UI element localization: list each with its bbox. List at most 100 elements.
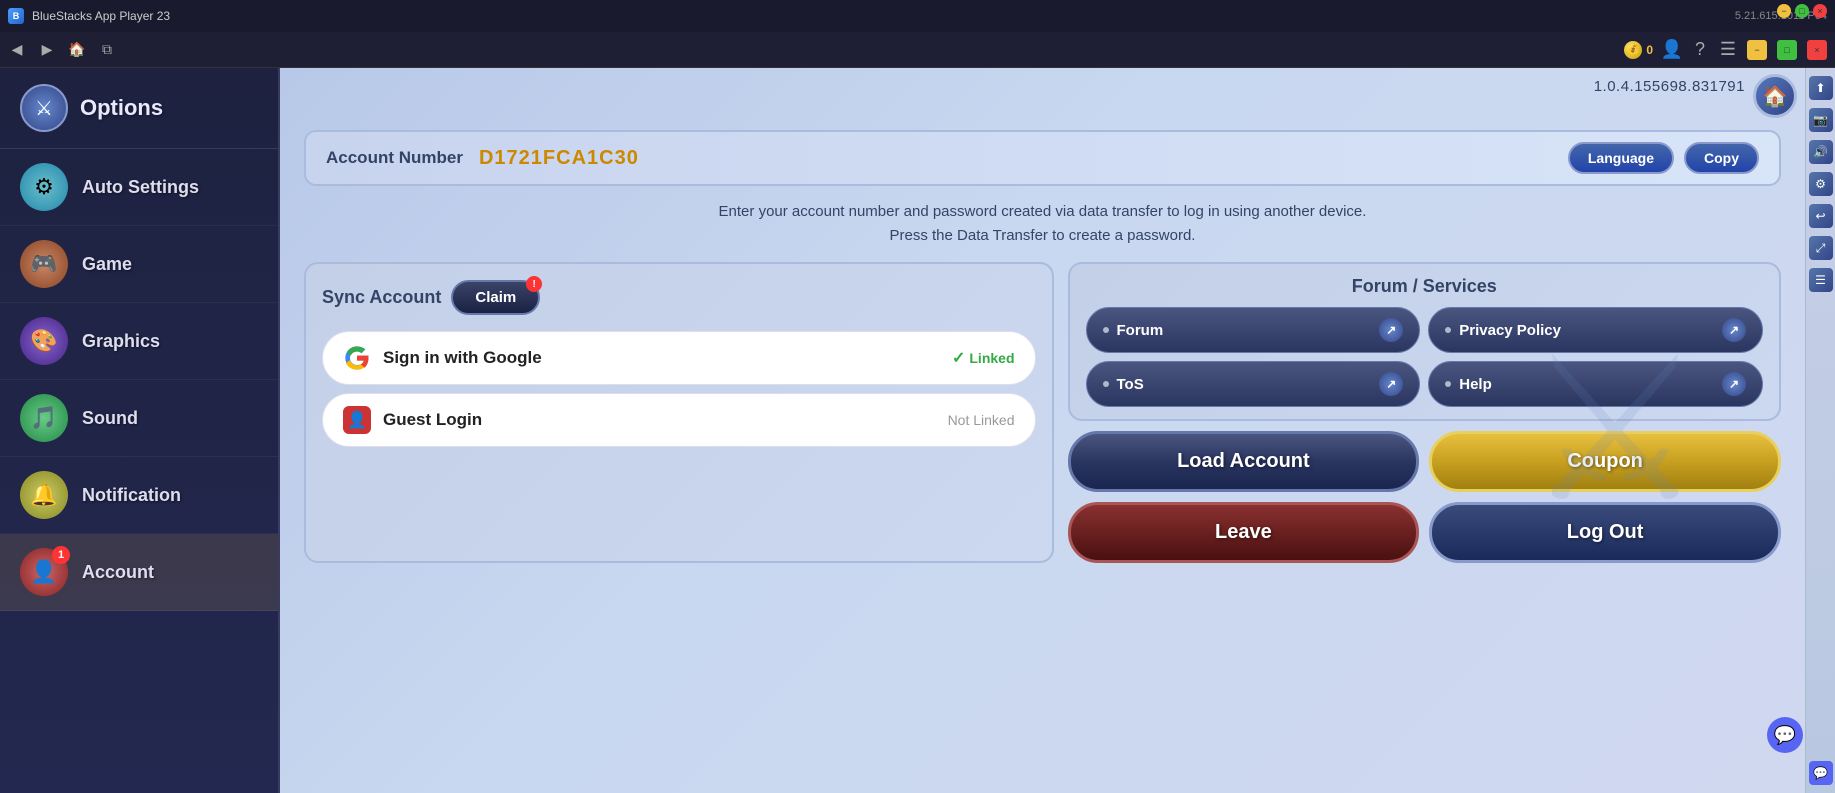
nav-maximize-button[interactable]: □ <box>1777 40 1797 60</box>
forum-arrow-icon: ↗ <box>1379 318 1403 342</box>
sidebar-item-sound[interactable]: 🎵 Sound <box>0 380 278 457</box>
sidebar-item-account-label: Account <box>82 562 154 583</box>
sidebar-item-sound-label: Sound <box>82 408 138 429</box>
menu-icon[interactable]: ☰ <box>1719 41 1737 59</box>
two-col-layout: Sync Account Claim ! Sign in with Google <box>304 262 1781 563</box>
coupon-button[interactable]: Coupon <box>1429 431 1781 492</box>
title-bar-title: BlueStacks App Player 23 <box>32 9 1727 23</box>
google-icon <box>343 344 371 372</box>
coin-icon: 💰 <box>1624 41 1642 59</box>
guest-login-item[interactable]: 👤 Guest Login Not Linked <box>322 393 1036 447</box>
discord-edge-button[interactable]: 💬 <box>1809 761 1833 785</box>
nav-bar: ◀ ▶ 🏠 ⧉ 💰 0 👤 ? ☰ − □ × <box>0 32 1835 68</box>
load-account-button[interactable]: Load Account <box>1068 431 1420 492</box>
sound-icon: 🎵 <box>20 394 68 442</box>
info-line2: Press the Data Transfer to create a pass… <box>304 224 1781 248</box>
right-edge-panel: ⬆ 📷 🔊 ⚙ ↩ ⤢ ☰ 💬 <box>1805 68 1835 793</box>
sidebar-item-game-label: Game <box>82 254 132 275</box>
sidebar-title: Options <box>80 95 163 121</box>
privacy-dot <box>1445 327 1451 333</box>
edge-btn-1[interactable]: ⬆ <box>1809 76 1833 100</box>
account-bar-buttons: Language Copy <box>1568 142 1759 174</box>
edge-btn-2[interactable]: 📷 <box>1809 108 1833 132</box>
sync-account-label: Sync Account <box>322 283 441 312</box>
sidebar-item-notification[interactable]: 🔔 Notification <box>0 457 278 534</box>
coin-count: 0 <box>1646 43 1653 57</box>
forum-dot <box>1103 327 1109 333</box>
account-badge: 1 <box>52 546 70 564</box>
content-area: ⚔ 1.0.4.155698.831791 🏠 Account Number D… <box>280 68 1805 793</box>
nav-minimize-button[interactable]: − <box>1747 40 1767 60</box>
sidebar-item-game[interactable]: 🎮 Game <box>0 226 278 303</box>
tos-button[interactable]: ToS ↗ <box>1086 361 1421 407</box>
edge-btn-7[interactable]: ☰ <box>1809 268 1833 292</box>
notification-icon: 🔔 <box>20 471 68 519</box>
edge-btn-6[interactable]: ⤢ <box>1809 236 1833 260</box>
right-panel: Forum / Services Forum ↗ Privacy Policy … <box>1068 262 1782 563</box>
home-button[interactable]: 🏠 <box>1753 74 1797 118</box>
back-button[interactable]: ◀ <box>8 41 26 59</box>
minimize-button[interactable]: − <box>1777 4 1791 18</box>
logout-button[interactable]: Log Out <box>1429 502 1781 563</box>
sidebar-item-graphics[interactable]: 🎨 Graphics <box>0 303 278 380</box>
tos-dot <box>1103 381 1109 387</box>
edge-btn-5[interactable]: ↩ <box>1809 204 1833 228</box>
auto-settings-icon: ⚙ <box>20 163 68 211</box>
copy-nav-button[interactable]: ⧉ <box>98 41 116 59</box>
privacy-policy-button[interactable]: Privacy Policy ↗ <box>1428 307 1763 353</box>
edge-btn-3[interactable]: 🔊 <box>1809 140 1833 164</box>
claim-badge: ! <box>526 276 542 292</box>
close-button[interactable]: × <box>1813 4 1827 18</box>
forum-grid: Forum ↗ Privacy Policy ↗ ToS ↗ <box>1086 307 1764 407</box>
maximize-button[interactable]: □ <box>1795 4 1809 18</box>
account-number-label: Account Number <box>326 148 463 168</box>
profile-icon[interactable]: 👤 <box>1663 41 1681 59</box>
action-buttons: Load Account Coupon Leave Log Out <box>1068 431 1782 563</box>
claim-button[interactable]: Claim ! <box>451 280 540 315</box>
panel-tabs: Sync Account Claim ! <box>322 280 1036 315</box>
home-nav-button[interactable]: 🏠 <box>68 41 86 59</box>
forum-services-title: Forum / Services <box>1086 276 1764 297</box>
forum-button[interactable]: Forum ↗ <box>1086 307 1421 353</box>
sidebar-item-auto-settings[interactable]: ⚙ Auto Settings <box>0 149 278 226</box>
question-icon[interactable]: ? <box>1691 41 1709 59</box>
version-display: 1.0.4.155698.831791 <box>1594 78 1745 95</box>
discord-button[interactable]: 💬 <box>1767 717 1803 753</box>
nav-close-button[interactable]: × <box>1807 40 1827 60</box>
sidebar-logo: ⚔ <box>20 84 68 132</box>
copy-button[interactable]: Copy <box>1684 142 1759 174</box>
sidebar-item-notification-label: Notification <box>82 485 181 506</box>
tos-arrow-icon: ↗ <box>1379 372 1403 396</box>
sidebar-item-auto-settings-label: Auto Settings <box>82 177 199 198</box>
privacy-arrow-icon: ↗ <box>1722 318 1746 342</box>
left-panel: Sync Account Claim ! Sign in with Google <box>304 262 1054 563</box>
info-line1: Enter your account number and password c… <box>304 200 1781 224</box>
guest-login-label: Guest Login <box>383 410 936 430</box>
google-linked-status: ✓ Linked <box>952 348 1015 368</box>
guest-linked-status: Not Linked <box>948 412 1015 428</box>
google-login-label: Sign in with Google <box>383 348 940 368</box>
game-icon: 🎮 <box>20 240 68 288</box>
title-bar: B BlueStacks App Player 23 5.21.615.1011… <box>0 0 1835 32</box>
account-icon: 👤 1 <box>20 548 68 596</box>
forward-button[interactable]: ▶ <box>38 41 56 59</box>
nav-right: 💰 0 👤 ? ☰ − □ × <box>1624 40 1827 60</box>
sidebar-item-graphics-label: Graphics <box>82 331 160 352</box>
sidebar-header: ⚔ Options <box>0 68 278 149</box>
coin-display: 💰 0 <box>1624 41 1653 59</box>
main-layout: ⚔ Options ⚙ Auto Settings 🎮 Game 🎨 Graph… <box>0 68 1835 793</box>
forum-services-box: Forum / Services Forum ↗ Privacy Policy … <box>1068 262 1782 421</box>
info-text: Enter your account number and password c… <box>304 200 1781 248</box>
help-button[interactable]: Help ↗ <box>1428 361 1763 407</box>
edge-btn-4[interactable]: ⚙ <box>1809 172 1833 196</box>
graphics-icon: 🎨 <box>20 317 68 365</box>
leave-button[interactable]: Leave <box>1068 502 1420 563</box>
sidebar-item-account[interactable]: 👤 1 Account <box>0 534 278 611</box>
window-controls: − □ × <box>1777 4 1827 18</box>
help-dot <box>1445 381 1451 387</box>
language-button[interactable]: Language <box>1568 142 1674 174</box>
google-login-item[interactable]: Sign in with Google ✓ Linked <box>322 331 1036 385</box>
sidebar: ⚔ Options ⚙ Auto Settings 🎮 Game 🎨 Graph… <box>0 68 280 793</box>
guest-icon: 👤 <box>343 406 371 434</box>
account-bar: Account Number D1721FCA1C30 Language Cop… <box>304 130 1781 186</box>
